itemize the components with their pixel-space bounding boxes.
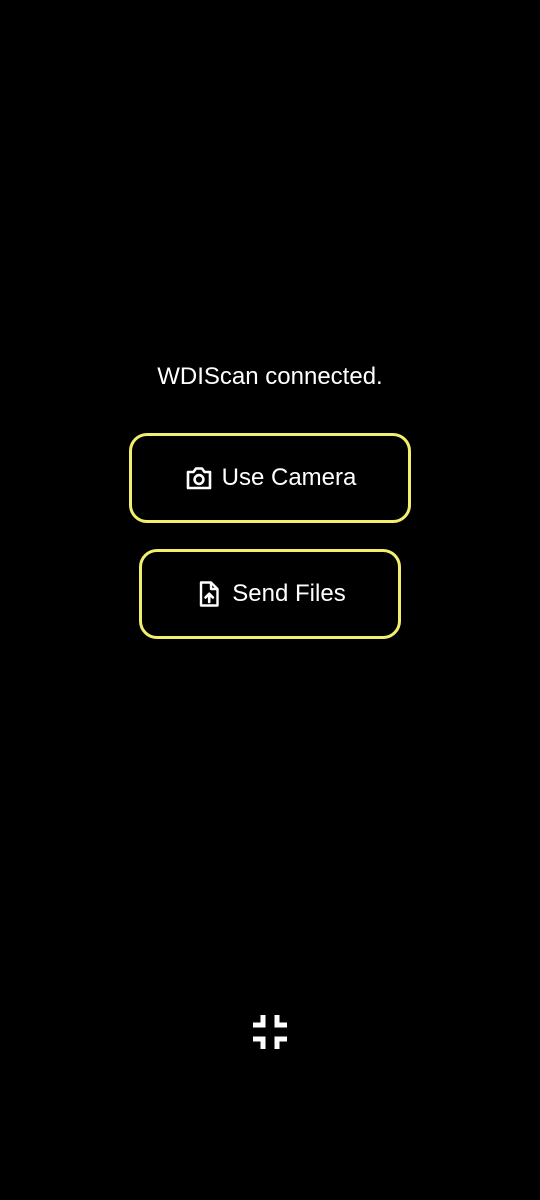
use-camera-button[interactable]: Use Camera <box>129 433 411 523</box>
use-camera-label: Use Camera <box>221 464 357 491</box>
send-files-button[interactable]: Send Files <box>139 549 401 639</box>
connection-status-text: WDIScan connected. <box>157 363 383 390</box>
camera-icon <box>184 463 214 493</box>
fullscreen-exit-icon <box>253 1015 287 1049</box>
send-files-label: Send Files <box>232 580 346 607</box>
file-upload-icon <box>194 579 224 609</box>
exit-fullscreen-button[interactable] <box>250 1012 290 1052</box>
